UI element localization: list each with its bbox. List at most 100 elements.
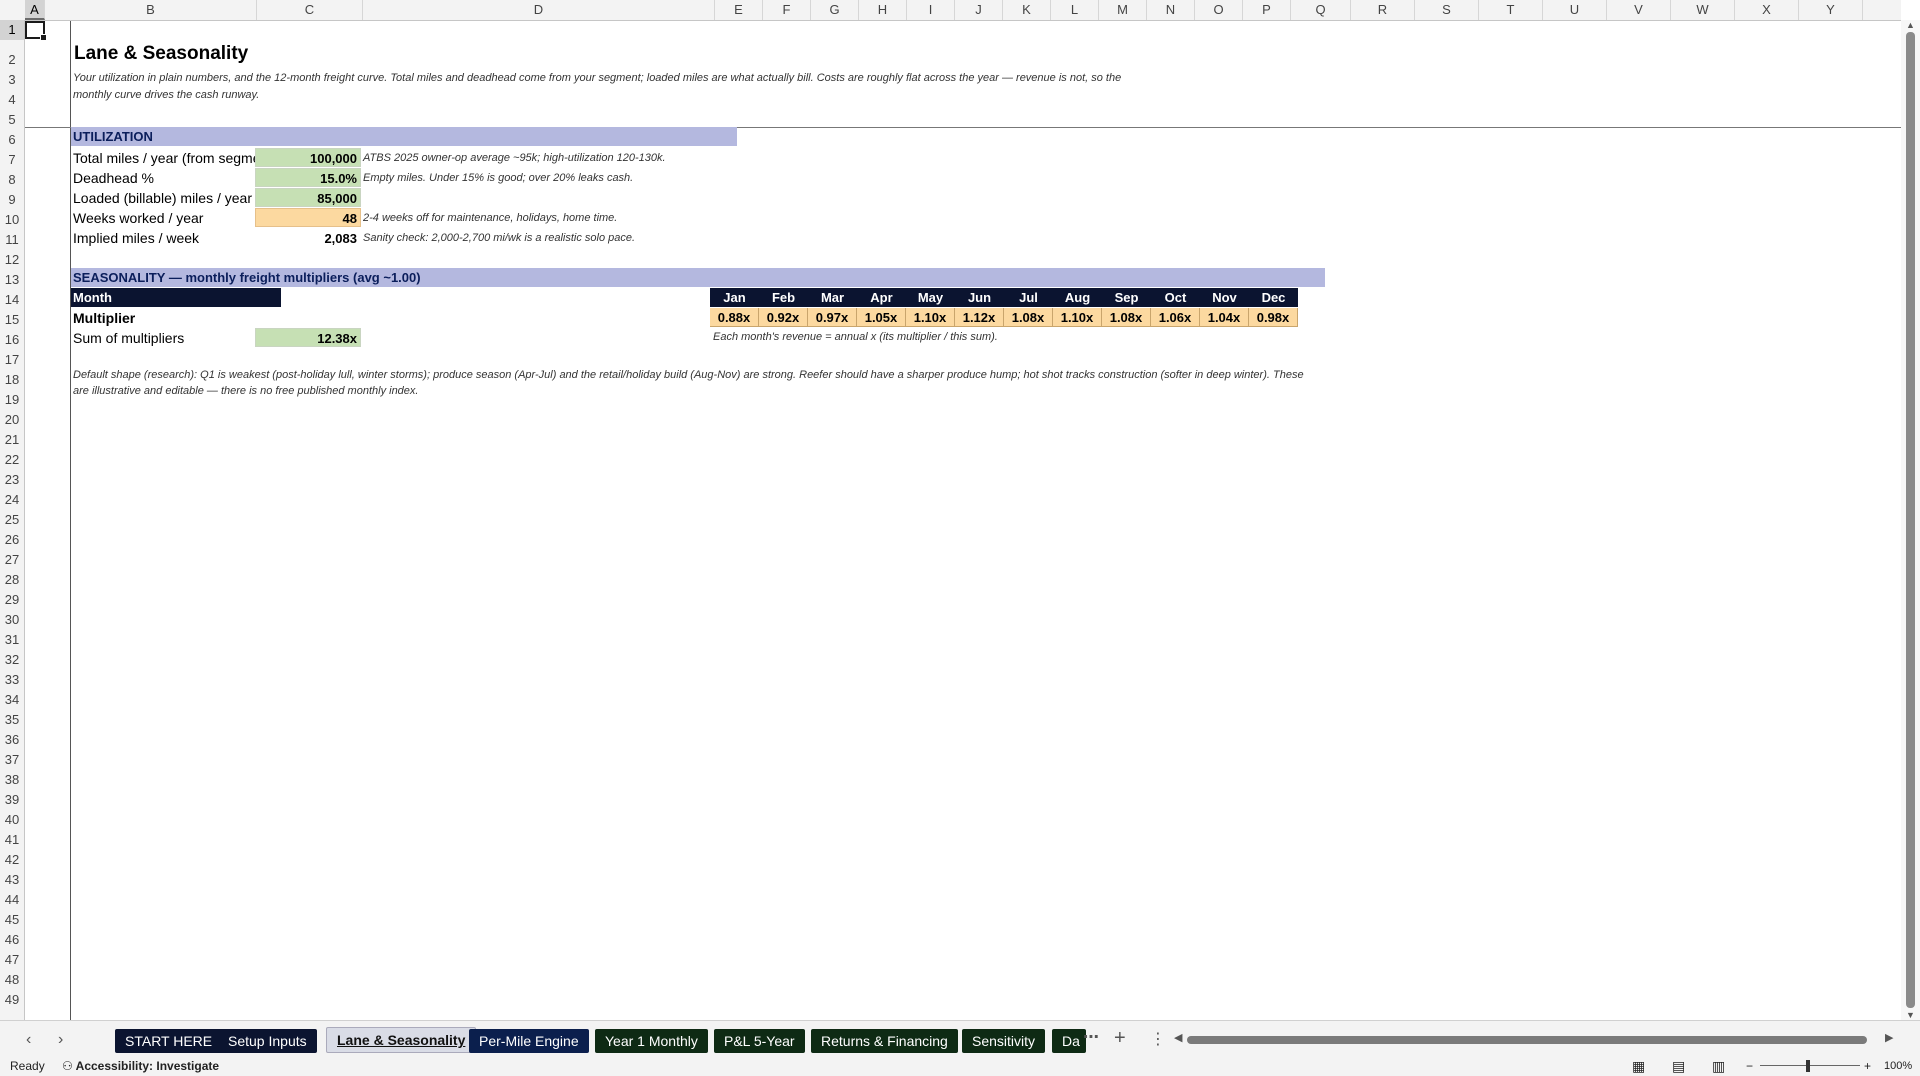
row-header-19[interactable]: 19	[0, 390, 24, 410]
row-header-30[interactable]: 30	[0, 610, 24, 630]
tab-next-icon[interactable]: ›	[58, 1031, 63, 1049]
tab-prev-icon[interactable]: ‹	[26, 1031, 31, 1049]
row-header-40[interactable]: 40	[0, 810, 24, 830]
row-header-49[interactable]: 49	[0, 990, 24, 1010]
row-header-31[interactable]: 31	[0, 630, 24, 650]
row-header-23[interactable]: 23	[0, 470, 24, 490]
row-header-45[interactable]: 45	[0, 910, 24, 930]
row-header-6[interactable]: 6	[0, 130, 24, 150]
row-header-44[interactable]: 44	[0, 890, 24, 910]
multiplier-sep[interactable]: 1.08x	[1102, 308, 1151, 327]
column-header-k[interactable]: K	[1003, 0, 1051, 20]
scroll-up-icon[interactable]: ▲	[1906, 20, 1915, 30]
page-break-icon[interactable]: ▥	[1712, 1056, 1725, 1076]
row-header-46[interactable]: 46	[0, 930, 24, 950]
row-header-26[interactable]: 26	[0, 530, 24, 550]
column-header-a[interactable]: A	[25, 0, 45, 20]
column-header-e[interactable]: E	[715, 0, 763, 20]
row-header-2[interactable]: 2	[0, 40, 24, 70]
total-miles-value[interactable]: 100,000	[255, 148, 361, 167]
sheet-tab-sensitivity[interactable]: Sensitivity	[962, 1029, 1046, 1053]
row-header-47[interactable]: 47	[0, 950, 24, 970]
row-header-41[interactable]: 41	[0, 830, 24, 850]
row-header-25[interactable]: 25	[0, 510, 24, 530]
loaded-miles-value[interactable]: 85,000	[255, 188, 361, 207]
sheet-tab-lane-seasonality[interactable]: Lane & Seasonality	[326, 1027, 477, 1053]
column-header-q[interactable]: Q	[1291, 0, 1351, 20]
column-header-b[interactable]: B	[45, 0, 257, 20]
sheet-tab-da[interactable]: Da	[1052, 1029, 1086, 1053]
row-header-35[interactable]: 35	[0, 710, 24, 730]
column-header-w[interactable]: W	[1671, 0, 1735, 20]
row-header-39[interactable]: 39	[0, 790, 24, 810]
column-header-u[interactable]: U	[1543, 0, 1607, 20]
row-header-8[interactable]: 8	[0, 170, 24, 190]
zoom-in-icon[interactable]: +	[1864, 1056, 1871, 1076]
more-tabs-icon[interactable]: ⋯	[1083, 1027, 1099, 1047]
column-header-c[interactable]: C	[257, 0, 363, 20]
row-header-42[interactable]: 42	[0, 850, 24, 870]
zoom-out-icon[interactable]: −	[1746, 1056, 1753, 1076]
row-header-38[interactable]: 38	[0, 770, 24, 790]
column-header-h[interactable]: H	[859, 0, 907, 20]
multiplier-mar[interactable]: 0.97x	[808, 308, 857, 327]
accessibility-status[interactable]: ⚇ Accessibility: Investigate	[62, 1056, 219, 1076]
multiplier-aug[interactable]: 1.10x	[1053, 308, 1102, 327]
row-header-18[interactable]: 18	[0, 370, 24, 390]
row-header-1[interactable]: 1	[0, 20, 24, 40]
column-header-p[interactable]: P	[1243, 0, 1291, 20]
multiplier-may[interactable]: 1.10x	[906, 308, 955, 327]
row-header-36[interactable]: 36	[0, 730, 24, 750]
row-header-20[interactable]: 20	[0, 410, 24, 430]
column-header-v[interactable]: V	[1607, 0, 1671, 20]
row-header-33[interactable]: 33	[0, 670, 24, 690]
column-header-j[interactable]: J	[955, 0, 1003, 20]
column-header-f[interactable]: F	[763, 0, 811, 20]
row-header-29[interactable]: 29	[0, 590, 24, 610]
column-header-x[interactable]: X	[1735, 0, 1799, 20]
multiplier-jun[interactable]: 1.12x	[955, 308, 1004, 327]
row-header-17[interactable]: 17	[0, 350, 24, 370]
row-header-9[interactable]: 9	[0, 190, 24, 210]
row-header-22[interactable]: 22	[0, 450, 24, 470]
normal-view-icon[interactable]: ▦	[1632, 1056, 1645, 1076]
row-header-27[interactable]: 27	[0, 550, 24, 570]
column-header-o[interactable]: O	[1195, 0, 1243, 20]
hscroll-left-icon[interactable]: ◀	[1174, 1031, 1182, 1044]
row-header-32[interactable]: 32	[0, 650, 24, 670]
multiplier-dec[interactable]: 0.98x	[1249, 308, 1298, 327]
row-header-28[interactable]: 28	[0, 570, 24, 590]
row-header-15[interactable]: 15	[0, 310, 24, 330]
row-header-48[interactable]: 48	[0, 970, 24, 990]
row-header-37[interactable]: 37	[0, 750, 24, 770]
page-layout-icon[interactable]: ▤	[1672, 1056, 1685, 1076]
zoom-level[interactable]: 100%	[1884, 1056, 1912, 1076]
weeks-worked-value[interactable]: 48	[255, 208, 361, 227]
sheet-tab-p-l-5-year[interactable]: P&L 5-Year	[714, 1029, 805, 1053]
row-header-13[interactable]: 13	[0, 270, 24, 290]
multiplier-jul[interactable]: 1.08x	[1004, 308, 1053, 327]
row-header-5[interactable]: 5	[0, 110, 24, 130]
sheet-tab-per-mile-engine[interactable]: Per-Mile Engine	[469, 1029, 589, 1053]
row-header-11[interactable]: 11	[0, 230, 24, 250]
multiplier-jan[interactable]: 0.88x	[710, 308, 759, 327]
column-header-n[interactable]: N	[1147, 0, 1195, 20]
column-header-t[interactable]: T	[1479, 0, 1543, 20]
row-header-10[interactable]: 10	[0, 210, 24, 230]
column-header-r[interactable]: R	[1351, 0, 1415, 20]
active-cell-a1[interactable]	[25, 21, 47, 41]
row-header-21[interactable]: 21	[0, 430, 24, 450]
multiplier-feb[interactable]: 0.92x	[759, 308, 808, 327]
multiplier-nov[interactable]: 1.04x	[1200, 308, 1249, 327]
sum-multipliers-value[interactable]: 12.38x	[255, 328, 361, 347]
row-header-24[interactable]: 24	[0, 490, 24, 510]
multiplier-oct[interactable]: 1.06x	[1151, 308, 1200, 327]
zoom-slider-thumb[interactable]	[1806, 1060, 1810, 1072]
row-header-3[interactable]: 3	[0, 70, 24, 90]
implied-miles-value[interactable]: 2,083	[255, 228, 361, 247]
hscroll-right-icon[interactable]: ▶	[1885, 1031, 1893, 1044]
column-header-g[interactable]: G	[811, 0, 859, 20]
multiplier-apr[interactable]: 1.05x	[857, 308, 906, 327]
column-header-y[interactable]: Y	[1799, 0, 1863, 20]
sheet-tab-start-here[interactable]: START HERE	[115, 1029, 223, 1053]
